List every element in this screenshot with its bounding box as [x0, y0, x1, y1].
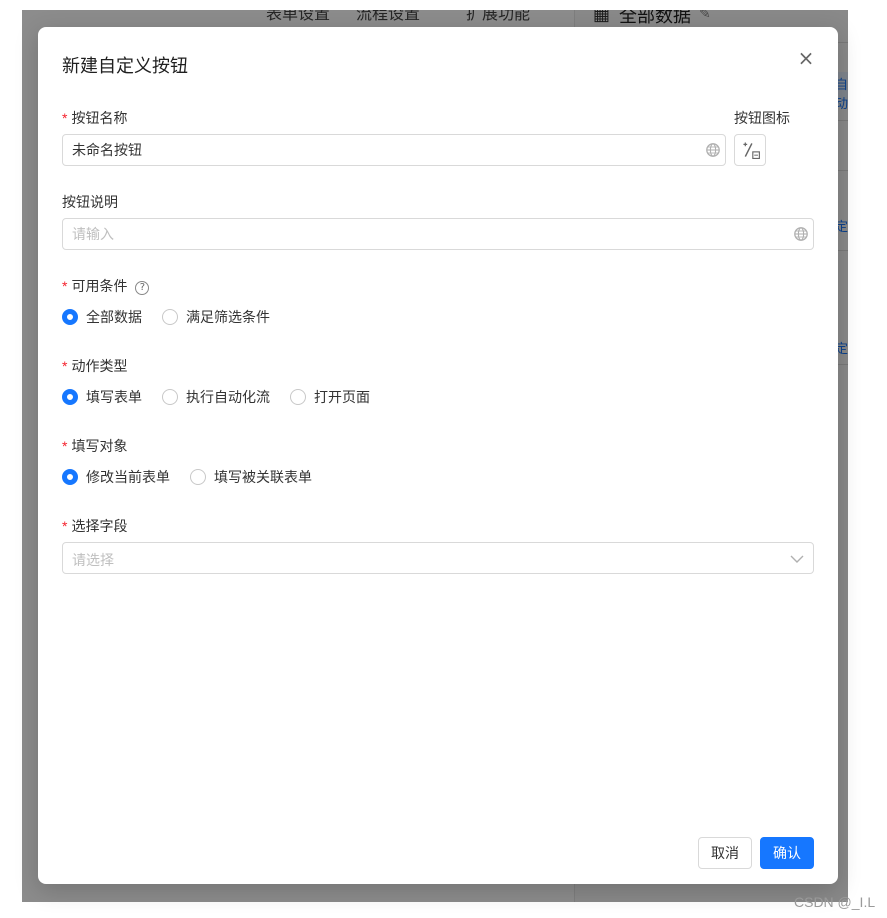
condition-label: * 可用条件?	[62, 276, 150, 296]
radio-open-page[interactable]: 打开页面	[290, 387, 370, 407]
required-mark: *	[62, 518, 68, 534]
button-icon-picker[interactable]	[734, 134, 766, 166]
required-mark: *	[62, 110, 68, 126]
fill-target-radio-group: 修改当前表单 填写被关联表单	[62, 467, 332, 487]
action-type-radio-group: 填写表单 执行自动化流 打开页面	[62, 387, 390, 407]
watermark-text: CSDN @_I.L	[794, 894, 876, 910]
globe-icon[interactable]	[705, 142, 721, 158]
radio-checked-icon	[62, 309, 78, 325]
select-field-label: * 选择字段	[62, 518, 128, 534]
button-icon-label: 按钮图标	[734, 110, 790, 126]
button-name-label: * 按钮名称	[62, 110, 128, 126]
select-field-placeholder: 请选择	[72, 552, 114, 568]
fill-target-label: * 填写对象	[62, 438, 128, 454]
confirm-button[interactable]: 确认	[760, 837, 814, 869]
button-name-input-wrapper	[62, 134, 726, 166]
cancel-button[interactable]: 取消	[698, 837, 752, 869]
radio-unchecked-icon	[190, 469, 206, 485]
create-custom-button-dialog: 新建自定义按钮 × *按钮名称 按钮图标 按钮说明	[38, 27, 838, 884]
radio-fill-form[interactable]: 填写表单	[62, 387, 142, 407]
close-icon: ×	[797, 46, 815, 70]
radio-run-automation[interactable]: 执行自动化流	[162, 387, 270, 407]
radio-modify-current-form[interactable]: 修改当前表单	[62, 467, 170, 487]
select-field-dropdown[interactable]: 请选择	[62, 542, 814, 574]
radio-checked-icon	[62, 469, 78, 485]
action-type-label: * 动作类型	[62, 358, 128, 374]
button-desc-label: 按钮说明	[62, 194, 118, 210]
radio-unchecked-icon	[162, 389, 178, 405]
radio-unchecked-icon	[162, 309, 178, 325]
close-button[interactable]: ×	[796, 47, 816, 69]
required-mark: *	[62, 438, 68, 454]
condition-radio-group: 全部数据 满足筛选条件	[62, 307, 290, 327]
radio-checked-icon	[62, 389, 78, 405]
dialog-title: 新建自定义按钮	[62, 56, 188, 76]
required-mark: *	[62, 358, 68, 374]
radio-all-data[interactable]: 全部数据	[62, 307, 142, 327]
required-mark: *	[62, 278, 68, 294]
help-icon[interactable]: ?	[135, 281, 150, 295]
radio-filter-condition[interactable]: 满足筛选条件	[162, 307, 270, 327]
radio-unchecked-icon	[290, 389, 306, 405]
chevron-down-icon	[790, 555, 804, 563]
globe-icon[interactable]	[793, 226, 809, 242]
button-desc-input-wrapper	[62, 218, 814, 250]
radio-fill-linked-form[interactable]: 填写被关联表单	[190, 467, 312, 487]
magic-wand-icon	[743, 142, 760, 159]
button-desc-input[interactable]	[63, 219, 813, 249]
button-name-input[interactable]	[63, 135, 725, 165]
